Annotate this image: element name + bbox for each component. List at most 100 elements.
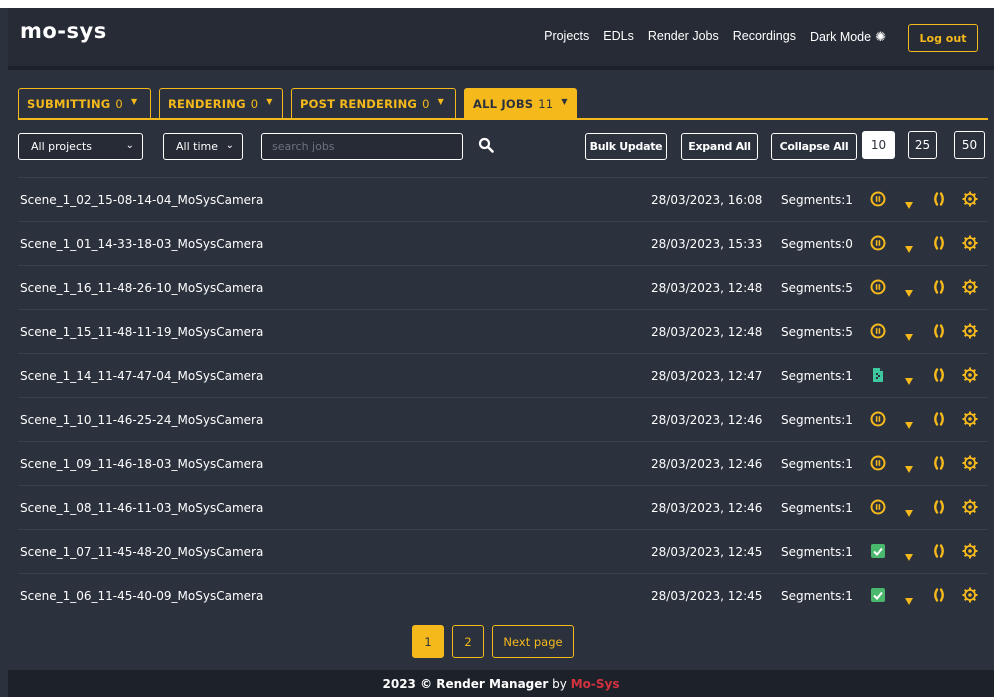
page-size-25-button[interactable]: 25 xyxy=(908,131,937,159)
page-1-button[interactable]: 1 xyxy=(412,625,444,658)
caret-down-icon[interactable] xyxy=(905,326,913,341)
tab-all-jobs[interactable]: ALL JOBS 11 ▼ xyxy=(464,88,577,119)
nav-projects[interactable]: Projects xyxy=(544,29,589,45)
nav-render-jobs[interactable]: Render Jobs xyxy=(648,29,719,45)
job-row[interactable]: Scene_1_06_11-45-40-09_MoSysCamera 28/03/… xyxy=(18,573,988,617)
page-2-button[interactable]: 2 xyxy=(452,625,484,658)
page-size-50-button[interactable]: 50 xyxy=(954,131,985,159)
job-row[interactable]: Scene_1_10_11-46-25-24_MoSysCamera 28/03/… xyxy=(18,397,988,441)
tab-submitting[interactable]: SUBMITTING 0 ▼ xyxy=(18,88,151,119)
pause-circle-icon[interactable] xyxy=(870,279,886,295)
job-date: 28/03/2023, 12:47 xyxy=(651,368,763,383)
job-name[interactable]: Scene_1_09_11-46-18-03_MoSysCamera xyxy=(20,457,263,471)
caret-down-icon[interactable] xyxy=(905,370,913,385)
caret-down-icon[interactable] xyxy=(905,590,913,605)
pause-circle-icon[interactable] xyxy=(870,191,886,207)
job-row[interactable]: Scene_1_14_11-47-47-04_MoSysCamera 28/03/… xyxy=(18,353,988,397)
page-size-10-button[interactable]: 10 xyxy=(862,131,895,159)
settings-gear-icon[interactable] xyxy=(962,411,978,427)
project-select[interactable]: All projects ⌄ xyxy=(18,133,143,160)
filter-toolbar: All projects ⌄ All time ⌄ Bulk Update Ex… xyxy=(18,131,988,161)
code-brackets-icon[interactable] xyxy=(931,455,947,471)
pause-circle-icon[interactable] xyxy=(870,323,886,339)
job-name[interactable]: Scene_1_02_15-08-14-04_MoSysCamera xyxy=(20,193,263,207)
caret-down-icon[interactable] xyxy=(905,414,913,429)
code-brackets-icon[interactable] xyxy=(931,543,947,559)
caret-down-icon[interactable] xyxy=(905,458,913,473)
job-name[interactable]: Scene_1_14_11-47-47-04_MoSysCamera xyxy=(20,369,263,383)
dark-mode-toggle[interactable]: Dark Mode ✺ xyxy=(810,29,886,45)
settings-gear-icon[interactable] xyxy=(962,279,978,295)
job-row[interactable]: Scene_1_01_14-33-18-03_MoSysCamera 28/03/… xyxy=(18,221,988,265)
code-brackets-icon[interactable] xyxy=(931,323,947,339)
search-input[interactable] xyxy=(261,133,463,160)
job-segments: Segments:1 xyxy=(781,456,853,471)
code-brackets-icon[interactable] xyxy=(931,411,947,427)
pause-circle-icon[interactable] xyxy=(870,235,886,251)
caret-down-icon: ▼ xyxy=(561,96,568,106)
settings-gear-icon[interactable] xyxy=(962,543,978,559)
job-row[interactable]: Scene_1_07_11-45-48-20_MoSysCamera 28/03/… xyxy=(18,529,988,573)
settings-gear-icon[interactable] xyxy=(962,455,978,471)
tab-count: 0 xyxy=(115,97,123,111)
bulk-update-button[interactable]: Bulk Update xyxy=(585,133,667,160)
tab-label: RENDERING xyxy=(168,97,246,111)
job-segments: Segments:1 xyxy=(781,368,853,383)
job-row[interactable]: Scene_1_15_11-48-11-19_MoSysCamera 28/03/… xyxy=(18,309,988,353)
job-name[interactable]: Scene_1_15_11-48-11-19_MoSysCamera xyxy=(20,325,263,339)
code-brackets-icon[interactable] xyxy=(931,235,947,251)
job-segments: Segments:1 xyxy=(781,500,853,515)
job-row[interactable]: Scene_1_16_11-48-26-10_MoSysCamera 28/03/… xyxy=(18,265,988,309)
pause-circle-icon[interactable] xyxy=(870,499,886,515)
expand-all-button[interactable]: Expand All xyxy=(681,133,758,160)
settings-gear-icon[interactable] xyxy=(962,191,978,207)
caret-down-icon: ▼ xyxy=(437,96,444,106)
job-row[interactable]: Scene_1_09_11-46-18-03_MoSysCamera 28/03/… xyxy=(18,441,988,485)
footer-brand[interactable]: Mo-Sys xyxy=(571,677,620,691)
caret-down-icon[interactable] xyxy=(905,502,913,517)
pause-circle-icon[interactable] xyxy=(870,411,886,427)
code-brackets-icon[interactable] xyxy=(931,191,947,207)
settings-gear-icon[interactable] xyxy=(962,367,978,383)
settings-gear-icon[interactable] xyxy=(962,235,978,251)
file-icon[interactable] xyxy=(870,367,886,383)
job-name[interactable]: Scene_1_07_11-45-48-20_MoSysCamera xyxy=(20,545,263,559)
job-date: 28/03/2023, 12:45 xyxy=(651,588,763,603)
tab-post-rendering[interactable]: POST RENDERING 0 ▼ xyxy=(291,88,456,119)
code-brackets-icon[interactable] xyxy=(931,587,947,603)
job-name[interactable]: Scene_1_06_11-45-40-09_MoSysCamera xyxy=(20,589,263,603)
code-brackets-icon[interactable] xyxy=(931,499,947,515)
sun-icon: ✺ xyxy=(875,29,886,44)
job-date: 28/03/2023, 12:48 xyxy=(651,324,763,339)
nav-edls[interactable]: EDLs xyxy=(603,29,634,45)
logout-button[interactable]: Log out xyxy=(908,24,978,52)
settings-gear-icon[interactable] xyxy=(962,323,978,339)
caret-down-icon[interactable] xyxy=(905,546,913,561)
checkbox-icon[interactable] xyxy=(870,587,886,603)
nav-recordings[interactable]: Recordings xyxy=(733,29,796,45)
time-select[interactable]: All time ⌄ xyxy=(163,133,243,160)
next-page-button[interactable]: Next page xyxy=(492,625,574,658)
job-row[interactable]: Scene_1_08_11-46-11-03_MoSysCamera 28/03/… xyxy=(18,485,988,529)
job-segments: Segments:5 xyxy=(781,280,853,295)
search-icon[interactable] xyxy=(478,137,494,153)
job-date: 28/03/2023, 12:46 xyxy=(651,456,763,471)
settings-gear-icon[interactable] xyxy=(962,499,978,515)
job-name[interactable]: Scene_1_10_11-46-25-24_MoSysCamera xyxy=(20,413,263,427)
caret-down-icon[interactable] xyxy=(905,238,913,253)
caret-down-icon[interactable] xyxy=(905,282,913,297)
code-brackets-icon[interactable] xyxy=(931,367,947,383)
job-name[interactable]: Scene_1_16_11-48-26-10_MoSysCamera xyxy=(20,281,263,295)
tab-rendering[interactable]: RENDERING 0 ▼ xyxy=(159,88,283,119)
pause-circle-icon[interactable] xyxy=(870,455,886,471)
job-segments: Segments:1 xyxy=(781,192,853,207)
checkbox-icon[interactable] xyxy=(870,543,886,559)
job-name[interactable]: Scene_1_01_14-33-18-03_MoSysCamera xyxy=(20,237,263,251)
mo-sys-logo[interactable]: mo-sys xyxy=(20,19,107,43)
code-brackets-icon[interactable] xyxy=(931,279,947,295)
settings-gear-icon[interactable] xyxy=(962,587,978,603)
job-name[interactable]: Scene_1_08_11-46-11-03_MoSysCamera xyxy=(20,501,263,515)
caret-down-icon[interactable] xyxy=(905,194,913,209)
collapse-all-button[interactable]: Collapse All xyxy=(771,133,857,160)
job-row[interactable]: Scene_1_02_15-08-14-04_MoSysCamera 28/03/… xyxy=(18,177,988,221)
